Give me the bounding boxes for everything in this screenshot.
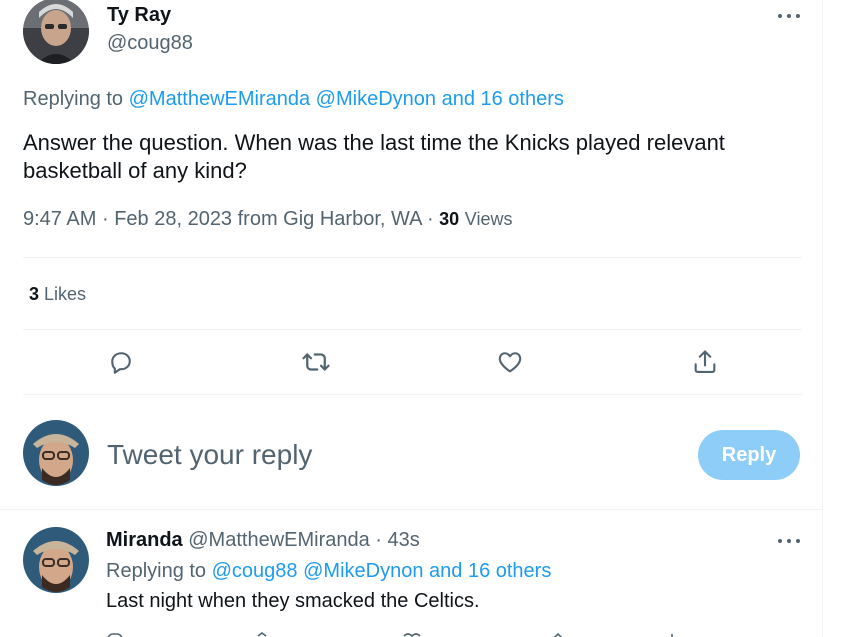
tweet-location: from Gig Harbor, WA	[237, 208, 422, 230]
mention-link[interactable]: @MikeDynon	[316, 88, 436, 110]
reply-author-name[interactable]: Miranda	[106, 529, 183, 551]
meta-separator: ·	[426, 208, 434, 230]
others-link[interactable]: and 16 others	[429, 560, 551, 582]
reply-button[interactable]: Reply	[698, 430, 800, 480]
reply-author-avatar[interactable]	[23, 527, 89, 593]
replying-prefix: Replying to	[23, 88, 124, 110]
likes-stat[interactable]: 3 Likes	[29, 284, 86, 305]
others-link[interactable]: and 16 others	[442, 88, 564, 110]
reply-time[interactable]: 43s	[388, 529, 420, 551]
divider	[0, 509, 823, 510]
like-icon[interactable]	[495, 347, 525, 377]
likes-label: Likes	[44, 284, 87, 304]
mention-link[interactable]: @MikeDynon	[303, 560, 423, 582]
divider	[23, 394, 802, 395]
reply-text: Last night when they smacked the Celtics…	[106, 590, 480, 612]
share-icon[interactable]	[690, 347, 720, 377]
comment-icon[interactable]	[106, 347, 136, 377]
reply-replying-to: Replying to @coug88 @MikeDynon and 16 ot…	[106, 560, 551, 583]
tweet-text-line: basketball of any kind?	[23, 158, 247, 183]
author-name[interactable]: Ty Ray	[107, 4, 171, 27]
more-icon[interactable]	[778, 536, 800, 546]
divider	[23, 329, 802, 330]
user-avatar[interactable]	[23, 420, 89, 486]
reply-action-bar	[106, 628, 686, 637]
meta-separator: ·	[101, 208, 109, 230]
reply-header: Miranda @MatthewEMiranda · 43s	[106, 529, 420, 552]
replying-to: Replying to @MatthewEMiranda @MikeDynon …	[23, 88, 564, 111]
tweet-column: Ty Ray @coug88 Replying to @MatthewEMira…	[0, 0, 823, 637]
author-avatar[interactable]	[23, 0, 89, 64]
views-count: 30	[439, 209, 460, 229]
tweet-meta: 9:47 AM · Feb 28, 2023 from Gig Harbor, …	[23, 208, 512, 231]
likes-count: 3	[29, 284, 40, 304]
author-handle[interactable]: @coug88	[107, 32, 193, 55]
retweet-icon[interactable]	[301, 347, 331, 377]
reply-author-handle[interactable]: @MatthewEMiranda	[188, 529, 369, 551]
mention-link[interactable]: @coug88	[212, 560, 298, 582]
tweet-time[interactable]: 9:47 AM	[23, 208, 96, 230]
replying-prefix: Replying to	[106, 560, 207, 582]
meta-separator: ·	[369, 529, 388, 551]
more-icon[interactable]	[778, 11, 800, 21]
reply-composer-input[interactable]: Tweet your reply	[107, 439, 312, 471]
tweet-date[interactable]: Feb 28, 2023	[114, 208, 232, 230]
divider	[23, 257, 802, 258]
views-label: Views	[464, 209, 513, 229]
tweet-text-line: Answer the question. When was the last t…	[23, 130, 725, 155]
mention-link[interactable]: @MatthewEMiranda	[129, 88, 310, 110]
